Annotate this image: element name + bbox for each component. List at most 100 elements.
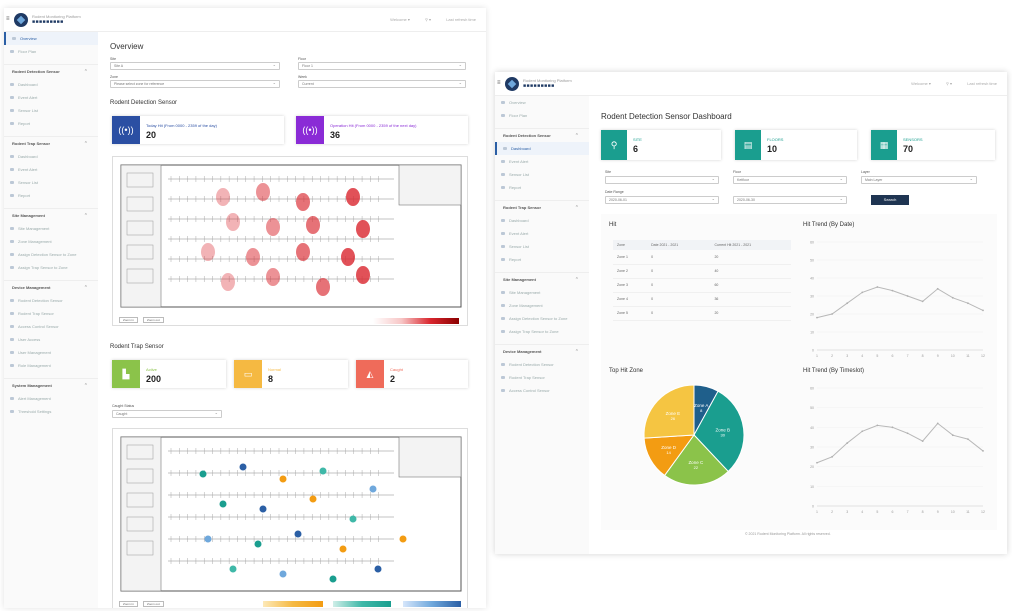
table-row: Zone 3 0 60 bbox=[613, 278, 791, 293]
zoom-in-button[interactable]: Zoom in bbox=[119, 601, 138, 607]
date-to-input[interactable]: 2020-06-30 bbox=[733, 196, 847, 204]
filter-site-select[interactable] bbox=[605, 176, 719, 184]
trap-floor-map[interactable]: Zoom in Zoom out bbox=[112, 428, 468, 608]
data-point bbox=[831, 313, 833, 315]
sidebar-item[interactable]: Report bbox=[495, 181, 589, 194]
x-tick-label: 4 bbox=[861, 354, 863, 358]
sidebar-item[interactable]: User Management bbox=[4, 346, 98, 359]
sidebar-item[interactable]: Sensor List bbox=[495, 168, 589, 181]
sidebar-group[interactable]: Site Management bbox=[495, 272, 589, 287]
page-title: Overview bbox=[110, 42, 144, 51]
sidebar-group[interactable]: Rodent Detection Sensor bbox=[4, 64, 98, 79]
sidebar-item[interactable]: Overview bbox=[495, 96, 589, 109]
filter-floor-select[interactable]: Ketfloor bbox=[733, 176, 847, 184]
caught-status-select[interactable]: Caught bbox=[112, 410, 222, 418]
search-button[interactable]: Search bbox=[871, 195, 909, 205]
heat-spot bbox=[256, 183, 270, 201]
sidebar-item[interactable]: Zone Management bbox=[495, 299, 589, 312]
sidebar-item[interactable]: Event Alert bbox=[495, 155, 589, 168]
data-point bbox=[816, 316, 818, 319]
sidebar-item[interactable]: Event Alert bbox=[4, 163, 98, 176]
x-tick-label: 12 bbox=[981, 510, 985, 514]
data-point bbox=[861, 430, 864, 433]
sidebar-item[interactable]: Rodent Detection Sensor bbox=[4, 294, 98, 307]
rodent-icon: ◭ bbox=[356, 360, 384, 388]
sensor-stat-card: ▦ SENSORS 70 bbox=[871, 130, 995, 160]
filter-layer-select[interactable]: Main Layer bbox=[861, 176, 977, 184]
menu-icon[interactable]: ≡ bbox=[6, 16, 10, 22]
sidebar-item[interactable]: Assign Detection Sensor to Zone bbox=[4, 248, 98, 261]
sidebar-item[interactable]: Event Alert bbox=[4, 91, 98, 104]
sidebar-item[interactable]: Dashboard bbox=[495, 142, 589, 155]
sidebar-item[interactable]: Assign Trap Sensor to Zone bbox=[4, 261, 98, 274]
trap-active-value: 200 bbox=[146, 374, 162, 384]
filter-floor-select[interactable]: Floor 1 bbox=[298, 62, 466, 70]
sidebar-item[interactable]: Event Alert bbox=[495, 227, 589, 240]
sidebar-item[interactable]: Sensor List bbox=[4, 104, 98, 117]
date-from-input[interactable]: 2020-06-01 bbox=[605, 196, 719, 204]
heat-spot bbox=[296, 243, 310, 261]
sidebar-group[interactable]: System Management bbox=[4, 378, 98, 393]
trap-marker bbox=[374, 565, 382, 573]
table-row: Zone 4 0 36 bbox=[613, 292, 791, 307]
data-point bbox=[831, 455, 833, 458]
sidebar-group[interactable]: Device Management bbox=[495, 344, 589, 359]
x-tick-label: 5 bbox=[876, 354, 878, 358]
sidebar-item[interactable]: Report bbox=[4, 117, 98, 130]
sidebar-group[interactable]: Rodent Trap Sensor bbox=[495, 200, 589, 215]
sidebar-item[interactable]: Report bbox=[495, 253, 589, 266]
sidebar-item[interactable]: Assign Trap Sensor to Zone bbox=[495, 325, 589, 338]
sidebar-item[interactable]: Rodent Trap Sensor bbox=[4, 307, 98, 320]
sidebar-group[interactable]: Rodent Detection Sensor bbox=[495, 128, 589, 143]
sidebar-item[interactable]: Dashboard bbox=[4, 78, 98, 91]
filter-zone-select[interactable]: Please select zone for reference bbox=[110, 80, 280, 88]
sidebar-item[interactable]: Zone Management bbox=[4, 235, 98, 248]
sidebar-item[interactable]: Alert Management bbox=[4, 392, 98, 405]
detection-floor-map[interactable]: Zoom in Zoom out bbox=[112, 156, 468, 326]
sidebar-item[interactable]: Rodent Trap Sensor bbox=[495, 371, 589, 384]
filter-week-select[interactable]: Current bbox=[298, 80, 466, 88]
sidebar-item[interactable]: Floor Plan bbox=[4, 45, 98, 58]
sidebar-group[interactable]: Site Management bbox=[4, 208, 98, 223]
filter-site-select[interactable]: Site A bbox=[110, 62, 280, 70]
user-menu[interactable]: Welcome ▾ bbox=[390, 17, 410, 22]
pie-title: Top Hit Zone bbox=[609, 368, 644, 374]
sidebar-item[interactable]: Sensor List bbox=[495, 240, 589, 253]
sidebar-group[interactable]: Device Management bbox=[4, 280, 98, 295]
sidebar-item[interactable]: Threshold Settings bbox=[4, 405, 98, 418]
x-tick-label: 9 bbox=[937, 510, 939, 514]
trap-normal-label: Normal bbox=[268, 367, 281, 372]
sidebar-item[interactable]: Access Control Sensor bbox=[495, 384, 589, 397]
sidebar-item[interactable]: Dashboard bbox=[495, 214, 589, 227]
trap-caught-value: 2 bbox=[390, 374, 396, 384]
sidebar-item[interactable]: Rodent Detection Sensor bbox=[495, 358, 589, 371]
zoom-in-button[interactable]: Zoom in bbox=[119, 317, 138, 323]
sidebar-item[interactable]: User Access bbox=[4, 333, 98, 346]
language-menu[interactable]: ⚲ ▾ bbox=[946, 81, 952, 86]
sidebar-item[interactable]: Site Management bbox=[4, 222, 98, 235]
sidebar-item[interactable]: Report bbox=[4, 189, 98, 202]
sidebar-item[interactable]: Dashboard bbox=[4, 150, 98, 163]
sidebar-item[interactable]: Overview bbox=[4, 32, 98, 45]
table-cell: Zone 1 bbox=[613, 250, 648, 265]
signal-icon: ((•)) bbox=[112, 116, 140, 144]
x-tick-label: 6 bbox=[891, 510, 893, 514]
sidebar-item[interactable]: Access Control Sensor bbox=[4, 320, 98, 333]
sidebar-item[interactable]: Site Management bbox=[495, 286, 589, 299]
sidebar-item[interactable]: Floor Plan bbox=[495, 109, 589, 122]
heat-spot bbox=[246, 248, 260, 266]
zoom-out-button[interactable]: Zoom out bbox=[143, 317, 164, 323]
user-menu[interactable]: Welcome ▾ bbox=[911, 81, 931, 86]
today-hit-card: ((•)) Today Hit (From 0000 - 2359 of the… bbox=[112, 116, 284, 144]
language-menu[interactable]: ⚲ ▾ bbox=[425, 17, 431, 22]
logo-icon bbox=[505, 77, 519, 91]
sidebar-item[interactable]: Role Management bbox=[4, 359, 98, 372]
sidebar-item[interactable]: Assign Detection Sensor to Zone bbox=[495, 312, 589, 325]
heat-spot bbox=[341, 248, 355, 266]
sidebar-group[interactable]: Rodent Trap Sensor bbox=[4, 136, 98, 151]
sidebar-item[interactable]: Sensor List bbox=[4, 176, 98, 189]
table-cell: 0 bbox=[647, 250, 711, 265]
active-legend bbox=[333, 601, 391, 607]
menu-icon[interactable]: ≡ bbox=[497, 80, 501, 86]
zoom-out-button[interactable]: Zoom out bbox=[143, 601, 164, 607]
